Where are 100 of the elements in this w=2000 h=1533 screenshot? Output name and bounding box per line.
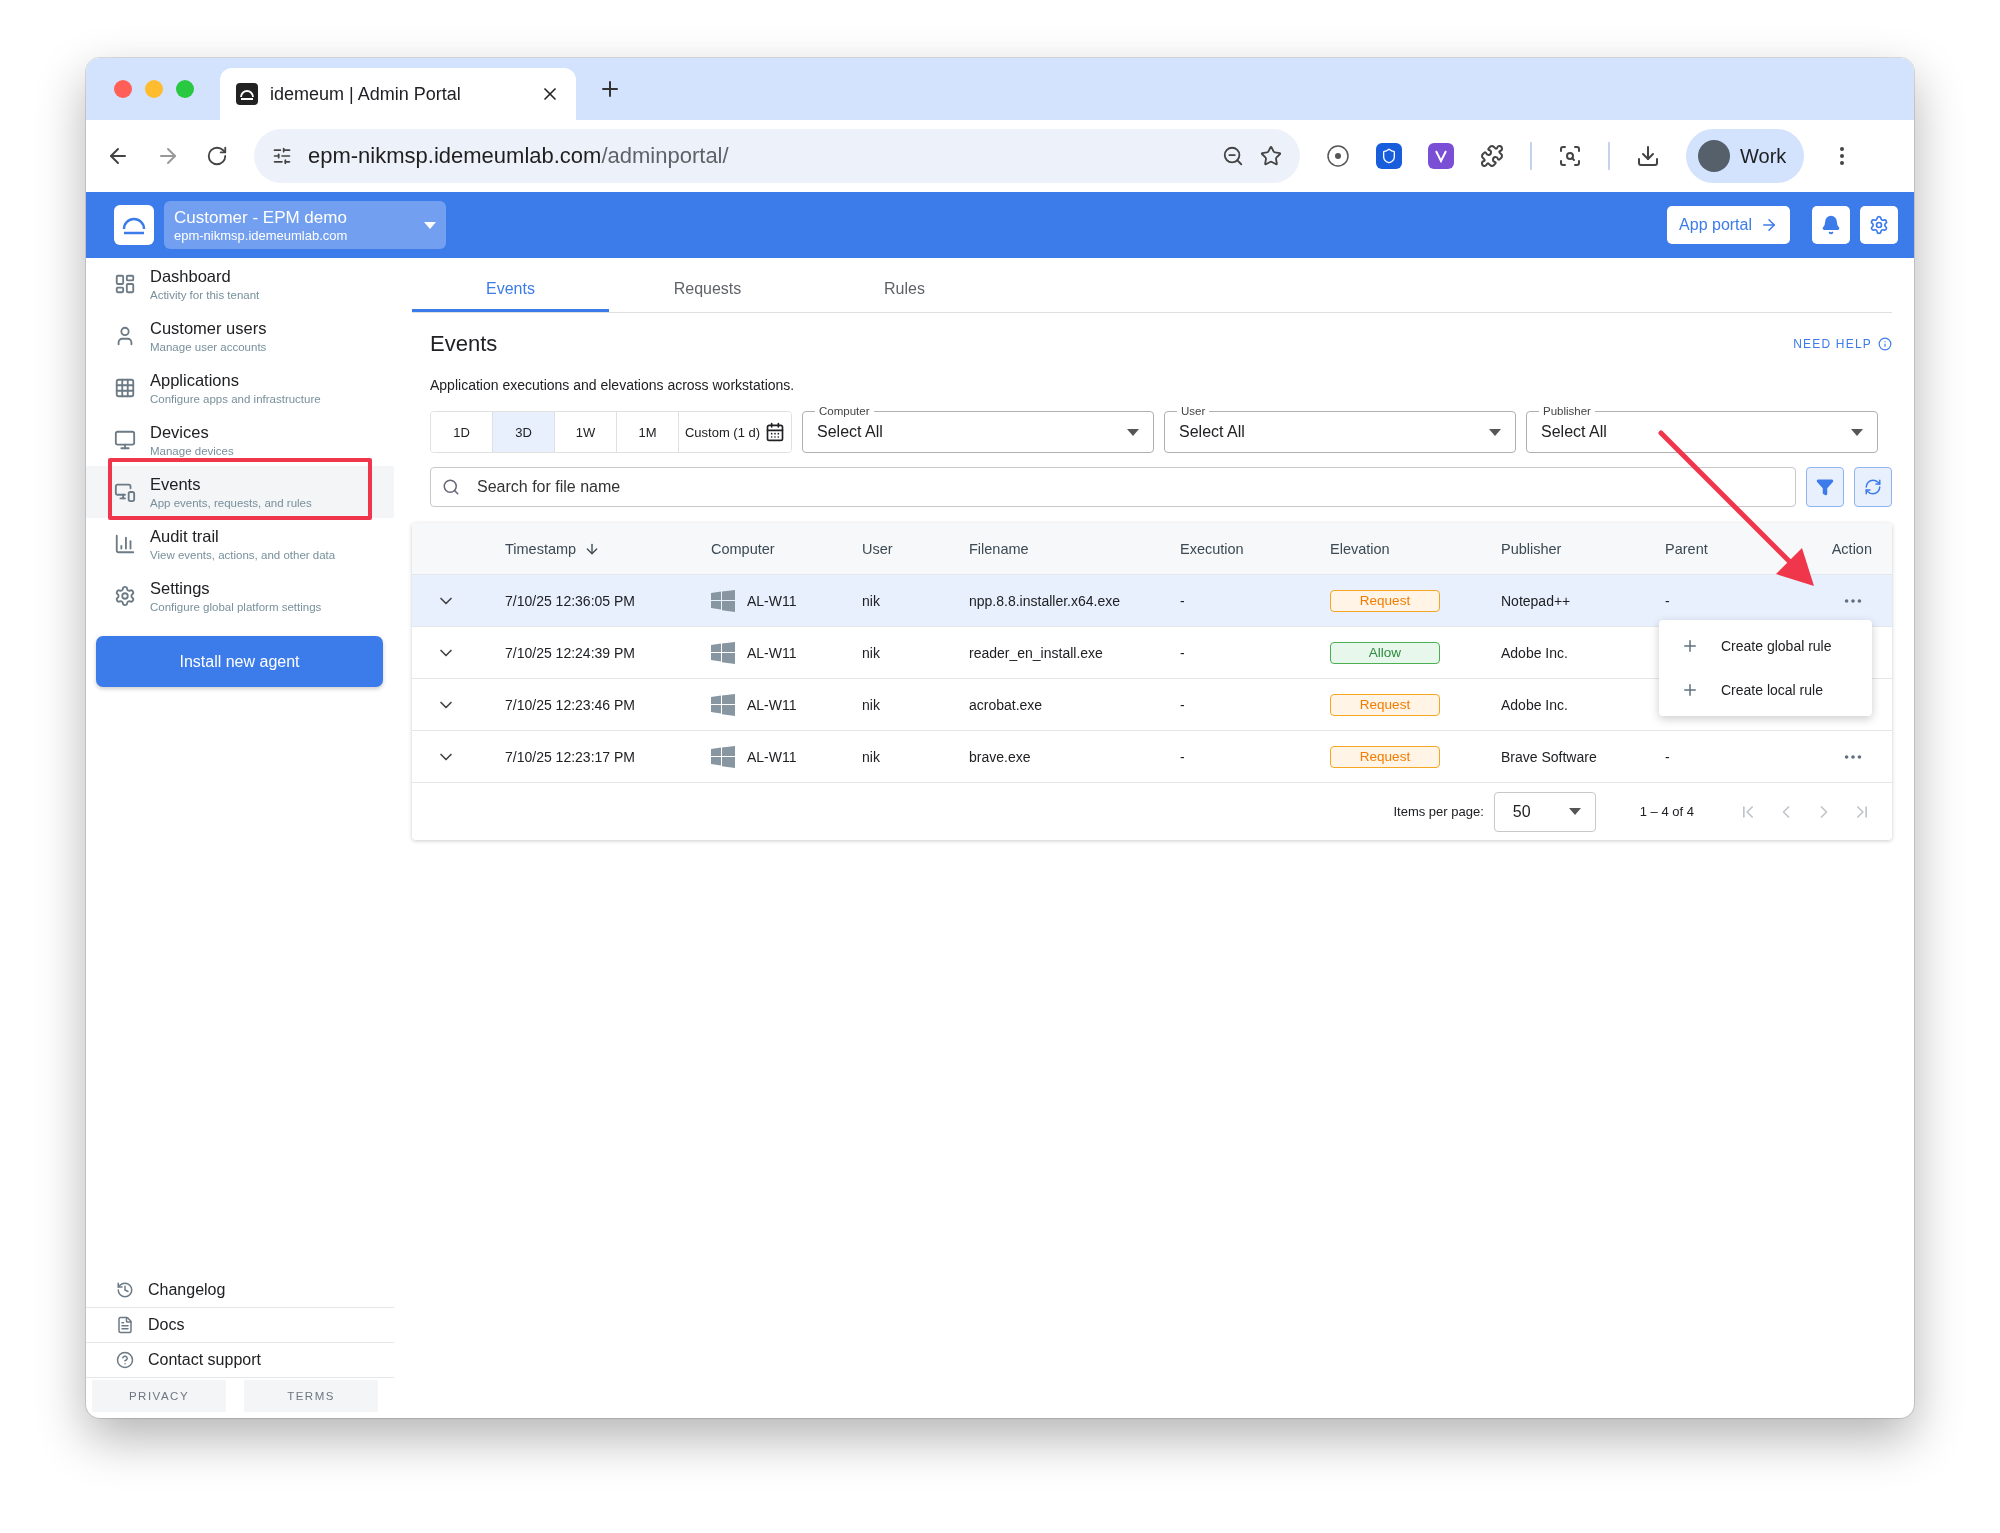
tab-title: idemeum | Admin Portal bbox=[270, 83, 462, 105]
caret-icon bbox=[1489, 428, 1501, 436]
history-icon bbox=[116, 1281, 134, 1299]
menu-item[interactable]: Create global rule bbox=[1659, 624, 1872, 668]
dashboard-icon bbox=[114, 273, 136, 295]
column-header[interactable]: Timestamp bbox=[505, 540, 711, 557]
caret-icon bbox=[1127, 428, 1139, 436]
table-cell: - bbox=[1665, 748, 1670, 765]
sidebar-item[interactable]: Audit trail View events, actions, and other data bbox=[86, 518, 394, 570]
sidebar-item[interactable]: Customer users Manage user accounts bbox=[86, 310, 394, 362]
table-cell-text: 7/10/25 12:23:46 PM bbox=[505, 696, 636, 713]
status-badge: Allow bbox=[1330, 641, 1440, 664]
table-cell-text: nik bbox=[862, 592, 881, 609]
extension-icon[interactable] bbox=[1428, 143, 1454, 169]
footer-link[interactable]: Contact support bbox=[86, 1343, 394, 1378]
column-header[interactable]: Execution bbox=[1180, 540, 1330, 557]
table-cell: AL-W11 bbox=[747, 748, 797, 765]
settings-icon bbox=[114, 585, 136, 607]
status-badge: Request bbox=[1330, 589, 1440, 612]
grid-icon bbox=[114, 377, 136, 399]
range-button[interactable]: 1D bbox=[431, 412, 493, 452]
browser-tab[interactable]: idemeum | Admin Portal bbox=[220, 68, 576, 120]
help-icon bbox=[116, 1351, 134, 1369]
profile-button[interactable]: Work bbox=[1686, 129, 1805, 183]
page-title: Events bbox=[430, 331, 498, 357]
calendar-icon bbox=[765, 422, 786, 442]
screen-search-icon[interactable] bbox=[1558, 144, 1582, 168]
column-header[interactable]: Filename bbox=[969, 540, 1180, 557]
download-icon[interactable] bbox=[1636, 144, 1660, 168]
legal-link[interactable]: TERMS bbox=[244, 1380, 378, 1412]
sidebar-item[interactable]: Devices Manage devices bbox=[86, 414, 394, 466]
bell-icon bbox=[1821, 215, 1841, 235]
table-cell-text: - bbox=[1180, 644, 1186, 661]
column-header[interactable]: Elevation bbox=[1330, 540, 1501, 557]
table-cell: AL-W11 bbox=[747, 592, 797, 609]
footer-link[interactable]: Changelog bbox=[86, 1273, 394, 1308]
reload-icon[interactable] bbox=[206, 145, 228, 167]
search-field[interactable]: Search for file name bbox=[430, 467, 1796, 507]
column-header[interactable]: Computer bbox=[711, 540, 862, 557]
sidebar-item[interactable]: Applications Configure apps and infrastructure bbox=[86, 362, 394, 414]
status-badge: Request bbox=[1330, 745, 1440, 768]
url-text: epm-nikmsp.idemeumlab.com/adminportal/ bbox=[308, 143, 730, 169]
column-header[interactable]: Parent bbox=[1665, 540, 1785, 557]
address-bar[interactable]: epm-nikmsp.idemeumlab.com/adminportal/ bbox=[254, 129, 1300, 183]
table-cell-text: npp.8.8.installer.x64.exe bbox=[969, 592, 1121, 609]
puzzle-icon[interactable] bbox=[1480, 144, 1504, 168]
sidebar-item[interactable]: Settings Configure global platform settings bbox=[86, 570, 394, 622]
notifications-button[interactable] bbox=[1812, 206, 1850, 244]
tab[interactable]: Events bbox=[412, 268, 609, 312]
column-header[interactable]: Publisher bbox=[1501, 540, 1665, 557]
shield-icon[interactable] bbox=[1376, 143, 1402, 169]
table-cell-text: Brave Software bbox=[1501, 748, 1598, 765]
zoom-out-icon[interactable] bbox=[1222, 145, 1244, 167]
table-cell-text: Notepad++ bbox=[1501, 592, 1572, 609]
sidebar-item[interactable]: Dashboard Activity for this tenant bbox=[86, 258, 394, 310]
filter-button[interactable] bbox=[1806, 467, 1844, 507]
devices-icon bbox=[114, 481, 136, 503]
install-agent-button[interactable]: Install new agent bbox=[96, 636, 383, 687]
settings-button[interactable] bbox=[1860, 206, 1898, 244]
avatar bbox=[1698, 140, 1730, 172]
filter-icon bbox=[1816, 478, 1834, 496]
table-cell-text: nik bbox=[862, 696, 881, 713]
table-cell-text: brave.exe bbox=[969, 748, 1032, 765]
tab[interactable]: Requests bbox=[609, 268, 806, 312]
page-description: Application executions and elevations across workstations. bbox=[429, 376, 796, 393]
per-page-select[interactable]: 50 bbox=[1493, 791, 1596, 832]
search-icon bbox=[442, 478, 460, 496]
caret-icon bbox=[1851, 428, 1863, 436]
legal-link[interactable]: PRIVACY bbox=[92, 1380, 226, 1412]
table-cell-text: - bbox=[1180, 592, 1186, 609]
menu-item[interactable]: Create local rule bbox=[1659, 668, 1872, 712]
settings-icon bbox=[1869, 215, 1889, 235]
tab[interactable]: Rules bbox=[806, 268, 1003, 312]
range-button[interactable]: 3D bbox=[493, 412, 555, 452]
site-settings-icon[interactable] bbox=[272, 146, 292, 166]
help-link[interactable]: NEED HELP bbox=[1793, 337, 1892, 351]
status-badge: Request bbox=[1330, 693, 1440, 716]
sidebar-item[interactable]: Events App events, requests, and rules bbox=[86, 466, 394, 518]
logo-icon bbox=[114, 205, 154, 245]
plus-icon bbox=[1681, 637, 1699, 655]
refresh-button[interactable] bbox=[1854, 467, 1892, 507]
windows-icon bbox=[711, 693, 735, 716]
star-icon[interactable] bbox=[1260, 145, 1282, 167]
column-header[interactable]: User bbox=[862, 540, 969, 557]
pager-label: Items per page: bbox=[1393, 804, 1484, 819]
table-cell-text: Adobe Inc. bbox=[1501, 696, 1569, 713]
plus-icon bbox=[1681, 681, 1699, 699]
pager-range: 1 – 4 of 4 bbox=[1639, 804, 1694, 819]
table-cell-text: reader_en_install.exe bbox=[969, 644, 1104, 661]
caret-icon bbox=[424, 221, 436, 229]
app-portal-button[interactable]: App portal bbox=[1667, 206, 1790, 244]
caret-icon bbox=[1568, 808, 1581, 815]
table-cell-text: 7/10/25 12:23:17 PM bbox=[505, 748, 636, 765]
table-cell: AL-W11 bbox=[747, 696, 797, 713]
extension-icon[interactable] bbox=[1326, 144, 1350, 168]
column-header[interactable]: Action bbox=[1785, 540, 1892, 557]
table-cell-text: - bbox=[1180, 748, 1186, 765]
footer-link[interactable]: Docs bbox=[86, 1308, 394, 1343]
table-cell-text: 7/10/25 12:36:05 PM bbox=[505, 592, 636, 609]
table-cell: AL-W11 bbox=[747, 644, 797, 661]
